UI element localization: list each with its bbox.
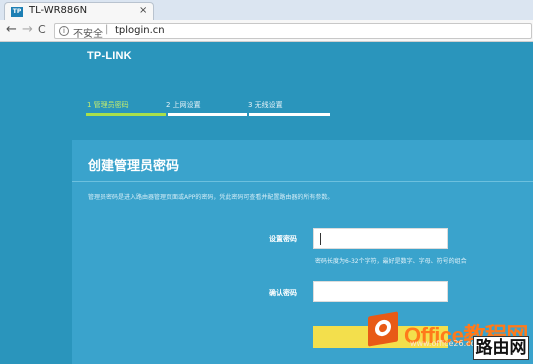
step-internet-setup: 2 上网设置 [166,101,201,109]
confirm-password-field[interactable] [313,281,448,302]
tab-title: TL-WR886N [29,5,88,16]
step-wireless-setup: 3 无线设置 [248,101,283,109]
password-label: 设置密码 [269,235,297,243]
reload-icon[interactable]: C [38,22,46,38]
office-logo-icon [368,311,398,347]
divider [72,181,533,182]
step-progress-bar [168,113,247,116]
password-hint: 密码长度为6-32个字符，最好是数字、字母、符号的组合 [315,258,467,265]
back-arrow-icon[interactable]: ← [6,22,17,38]
password-field[interactable] [313,228,448,249]
step-progress-bar [249,113,330,116]
tp-link-logo: TP-LINK [87,50,132,62]
step-progress-bar-active [86,113,166,116]
watermark-stamp: 路由网 [473,336,529,360]
tab-close-icon[interactable]: × [139,5,147,16]
browser-toolbar: ← → C i 不安全 | tplogin.cn [0,20,533,42]
browser-tab[interactable]: TP TL-WR886N × [4,2,154,20]
step-admin-password: 1 管理员密码 [87,101,129,109]
security-label: 不安全 [73,29,103,40]
address-bar[interactable]: i 不安全 | tplogin.cn [54,23,532,40]
address-separator: | [105,24,109,35]
confirm-password-label: 确认密码 [269,289,297,297]
address-url[interactable]: tplogin.cn [115,25,165,36]
router-setup-page: TP-LINK 1 管理员密码 2 上网设置 3 无线设置 创建管理员密码 管理… [0,42,533,364]
forward-arrow-icon[interactable]: → [22,22,33,38]
card-description: 管理员密码是进入路由器管理页面或APP的密码，凭此密码可查看并配置路由器的所有参… [88,194,334,201]
browser-tab-bar: TP TL-WR886N × [0,0,533,20]
info-icon[interactable]: i [59,26,69,36]
text-caret [320,233,321,245]
card-title: 创建管理员密码 [88,159,180,174]
tp-link-favicon-icon: TP [11,7,23,17]
